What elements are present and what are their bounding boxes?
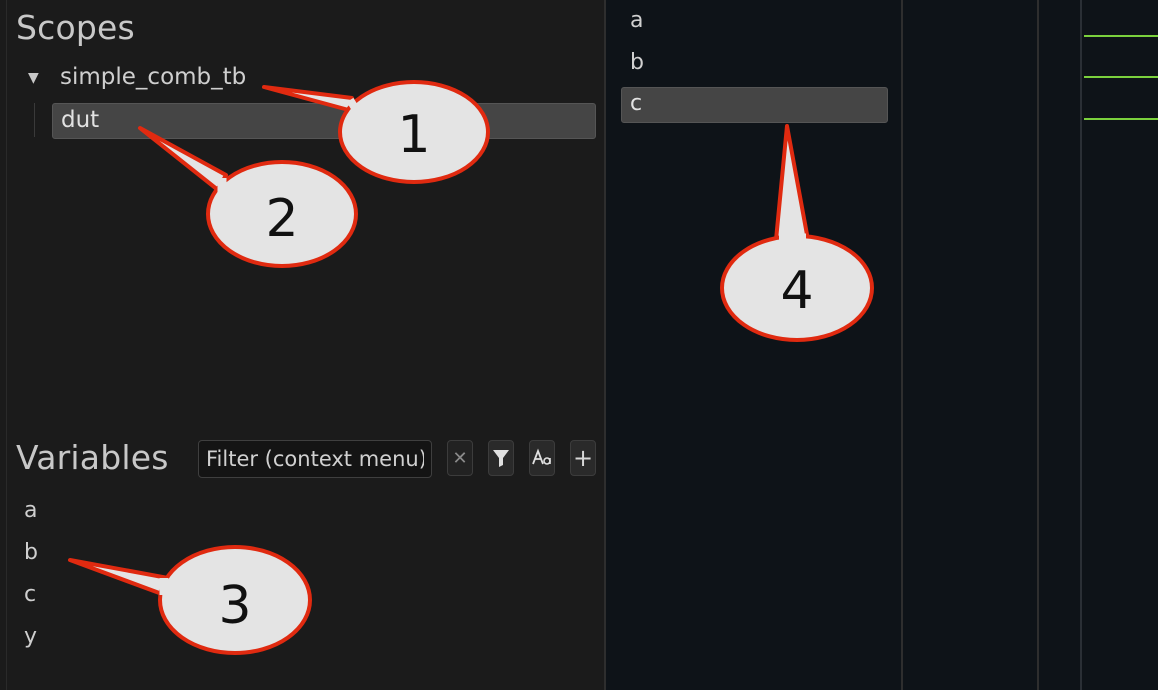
scope-item-dut[interactable]: dut [52,103,596,139]
signal-list-panel: a b c [606,0,901,690]
expand-arrow-icon[interactable]: ▼ [28,70,39,86]
scope-item-simple-comb-tb[interactable]: simple_comb_tb [60,64,246,90]
waveform-trace-c [1084,118,1158,120]
signal-item-b[interactable]: b [630,50,644,75]
app-window: Scopes ▼ simple_comb_tb dut Variables ✕ … [0,0,1158,690]
funnel-icon [493,450,509,467]
variable-filter-input[interactable] [198,440,432,478]
match-case-icon [532,448,551,465]
scope-item-label: dut [61,107,100,133]
value-column [903,0,1037,690]
signal-item-c[interactable]: c [621,87,888,123]
signal-item-a[interactable]: a [630,8,643,33]
variable-item-a[interactable]: a [24,498,37,523]
panel-edge [6,0,7,690]
scopes-heading: Scopes [16,8,135,47]
plus-icon: + [572,444,594,472]
variables-heading: Variables [16,438,169,477]
add-button[interactable]: + [570,440,596,476]
filter-toggle-button[interactable] [488,440,514,476]
signal-item-label: c [630,91,643,116]
time-cursor[interactable] [1080,0,1082,690]
match-case-button[interactable] [529,440,555,476]
waveform-trace-b [1084,76,1158,78]
left-panel: Scopes ▼ simple_comb_tb dut Variables ✕ … [0,0,604,690]
variable-item-y[interactable]: y [24,624,37,649]
tree-guide-line [34,103,35,137]
waveform-trace-a [1084,35,1158,37]
variable-item-b[interactable]: b [24,540,38,565]
close-icon: ✕ [452,447,468,469]
waveform-panel[interactable] [1039,0,1158,690]
clear-filter-button[interactable]: ✕ [447,440,473,476]
variable-item-c[interactable]: c [24,582,36,607]
